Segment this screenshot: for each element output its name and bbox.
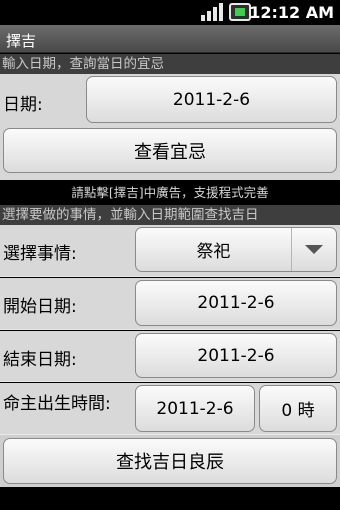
bottom-spacer [0, 487, 340, 510]
end-date-row: 結束日期: 2011-2-6 [0, 331, 340, 382]
end-date-label: 結束日期: [3, 350, 77, 370]
app-title-bar: 擇吉 [0, 25, 340, 53]
section1-hint: 輸入日期，查詢當日的宜忌 [0, 54, 340, 74]
date-query-panel: 日期: 2011-2-6 查看宜忌 [0, 74, 340, 180]
app-title: 擇吉 [6, 32, 37, 50]
search-panel: 查找吉日良辰 [0, 435, 340, 487]
event-row: 選擇事情: 祭祀 [0, 225, 340, 277]
date-picker-button[interactable]: 2011-2-6 [86, 76, 337, 123]
birth-date-button[interactable]: 2011-2-6 [135, 385, 255, 432]
battery-icon [229, 3, 251, 21]
signal-icon [201, 3, 225, 21]
ad-notice: 請點擊[擇吉]中廣告，支援程式完善 [0, 180, 340, 205]
status-bar: 12:12 AM [0, 0, 340, 25]
birth-hour-button[interactable]: 0 時 [259, 385, 337, 432]
start-date-button[interactable]: 2011-2-6 [135, 280, 337, 326]
check-day-button[interactable]: 查看宜忌 [3, 128, 337, 173]
event-label: 選擇事情: [3, 244, 77, 264]
search-auspicious-button[interactable]: 查找吉日良辰 [3, 438, 337, 484]
dropdown-arrow-icon [291, 228, 336, 271]
status-time: 12:12 AM [249, 3, 334, 22]
start-date-label: 開始日期: [3, 297, 77, 317]
birth-time-label: 命主出生時間: [3, 394, 111, 414]
event-select[interactable]: 祭祀 [135, 227, 337, 272]
date-label: 日期: [3, 95, 43, 115]
section2-hint: 選擇要做的事情，並輸入日期範圍查找吉日 [0, 205, 340, 225]
end-date-button[interactable]: 2011-2-6 [135, 333, 337, 378]
event-select-value: 祭祀 [196, 242, 231, 262]
birth-time-row: 命主出生時間: 2011-2-6 0 時 [0, 383, 340, 435]
start-date-row: 開始日期: 2011-2-6 [0, 278, 340, 330]
